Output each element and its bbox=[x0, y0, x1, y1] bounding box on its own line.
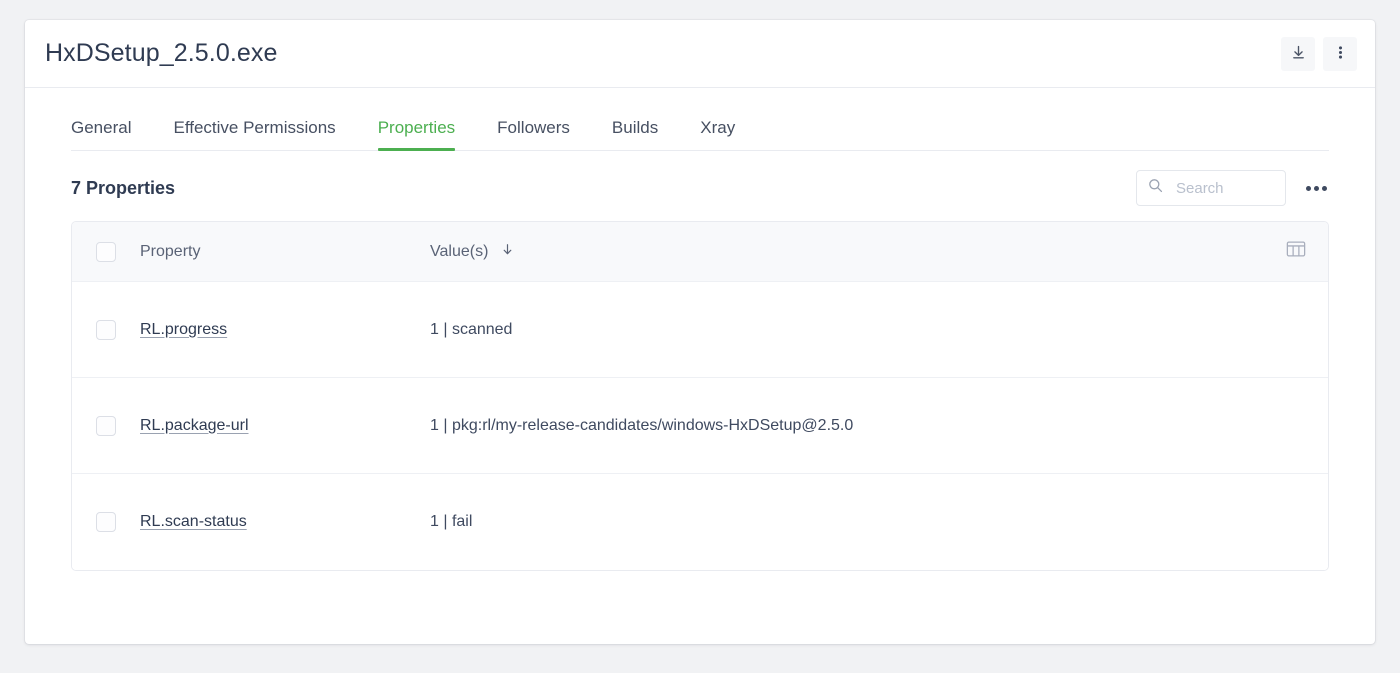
column-settings-cell bbox=[1264, 240, 1328, 263]
property-link[interactable]: RL.package-url bbox=[140, 417, 249, 434]
column-header-values-label: Value(s) bbox=[430, 242, 489, 260]
row-property-cell: RL.package-url bbox=[140, 417, 430, 435]
more-options-button[interactable] bbox=[1323, 36, 1357, 71]
tab-properties[interactable]: Properties bbox=[377, 119, 456, 151]
row-value-cell: 1 | scanned bbox=[430, 321, 1264, 339]
header-actions bbox=[1281, 36, 1357, 71]
column-header-property[interactable]: Property bbox=[140, 243, 430, 261]
row-select-cell bbox=[72, 512, 140, 532]
column-header-values[interactable]: Value(s) bbox=[430, 242, 1264, 262]
properties-toolbar: 7 Properties bbox=[25, 151, 1375, 206]
property-link[interactable]: RL.scan-status bbox=[140, 513, 247, 530]
row-property-cell: RL.scan-status bbox=[140, 513, 430, 531]
sort-descending-icon[interactable] bbox=[500, 242, 515, 262]
properties-table: Property Value(s) RL.progress 1 | scanne… bbox=[71, 221, 1329, 571]
search-input[interactable] bbox=[1174, 178, 1275, 198]
table-more-options-button[interactable] bbox=[1304, 180, 1329, 197]
download-icon bbox=[1290, 44, 1307, 64]
row-checkbox[interactable] bbox=[96, 512, 116, 532]
row-select-cell bbox=[72, 319, 140, 340]
properties-count: 7 Properties bbox=[71, 177, 176, 198]
row-value-cell: 1 | fail bbox=[430, 513, 1264, 531]
search-box[interactable] bbox=[1136, 170, 1286, 206]
property-value: 1 | scanned bbox=[430, 320, 513, 338]
tab-xray[interactable]: Xray bbox=[700, 119, 735, 150]
column-header-property-label: Property bbox=[140, 242, 201, 260]
table-row[interactable]: RL.scan-status 1 | fail bbox=[72, 474, 1328, 570]
search-icon bbox=[1147, 177, 1164, 199]
tab-followers[interactable]: Followers bbox=[497, 119, 570, 150]
page-title: HxDSetup_2.5.0.exe bbox=[45, 39, 278, 67]
select-all-cell bbox=[72, 241, 140, 262]
more-horizontal-icon bbox=[1306, 185, 1327, 191]
download-button[interactable] bbox=[1281, 36, 1315, 71]
page-background: HxDSetup_2.5.0.exe General Effective Per… bbox=[0, 0, 1400, 673]
toolbar-actions bbox=[1136, 170, 1329, 206]
table-row[interactable]: RL.progress 1 | scanned bbox=[72, 282, 1328, 378]
row-select-cell bbox=[72, 415, 140, 436]
table-columns-icon[interactable] bbox=[1286, 240, 1306, 263]
tab-general[interactable]: General bbox=[71, 119, 131, 150]
row-value-cell: 1 | pkg:rl/my-release-candidates/windows… bbox=[430, 417, 1264, 435]
tab-effective-permissions[interactable]: Effective Permissions bbox=[173, 119, 335, 150]
card-header: HxDSetup_2.5.0.exe bbox=[25, 20, 1375, 88]
row-checkbox[interactable] bbox=[96, 415, 116, 436]
table-row[interactable]: RL.package-url 1 | pkg:rl/my-release-can… bbox=[72, 378, 1328, 474]
property-link[interactable]: RL.progress bbox=[140, 321, 227, 338]
property-value: 1 | pkg:rl/my-release-candidates/windows… bbox=[430, 416, 854, 434]
property-value: 1 | fail bbox=[430, 513, 473, 530]
artifact-details-card: HxDSetup_2.5.0.exe General Effective Per… bbox=[25, 20, 1375, 644]
tabs-container: General Effective Permissions Properties… bbox=[25, 88, 1375, 151]
select-all-checkbox[interactable] bbox=[96, 241, 116, 262]
table-header-row: Property Value(s) bbox=[72, 222, 1328, 282]
tab-list: General Effective Permissions Properties… bbox=[71, 88, 1329, 151]
tab-builds[interactable]: Builds bbox=[612, 119, 658, 150]
row-property-cell: RL.progress bbox=[140, 321, 430, 339]
row-checkbox[interactable] bbox=[96, 319, 116, 340]
more-vertical-icon bbox=[1332, 44, 1349, 64]
